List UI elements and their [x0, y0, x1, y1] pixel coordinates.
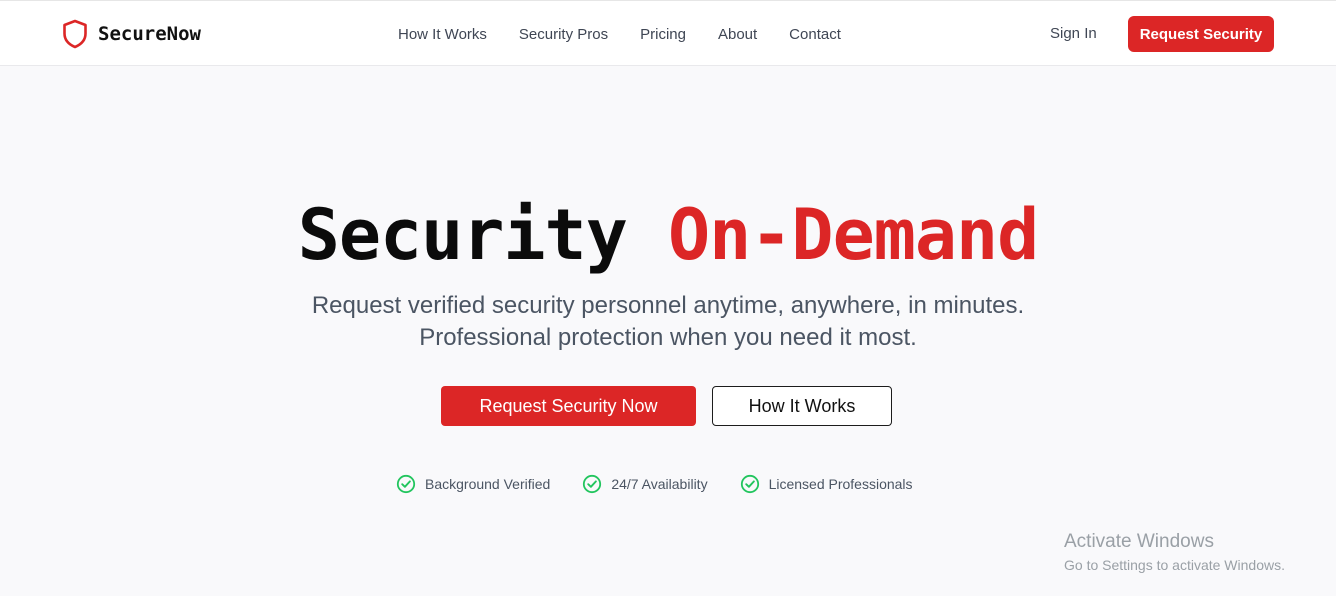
- feature-item: 24/7 Availability: [582, 474, 708, 494]
- nav-link-pricing[interactable]: Pricing: [640, 26, 686, 43]
- check-circle-icon: [740, 474, 759, 494]
- nav-link-how-it-works[interactable]: How It Works: [398, 26, 487, 43]
- check-circle-icon: [583, 474, 602, 494]
- brand-logo[interactable]: SecureNow: [62, 19, 201, 49]
- hero-subtitle: Request verified security personnel anyt…: [0, 290, 1336, 354]
- request-security-now-button[interactable]: Request Security Now: [441, 386, 696, 426]
- nav-link-contact[interactable]: Contact: [789, 26, 841, 43]
- feature-item: Background Verified: [396, 474, 550, 494]
- nav-link-security-pros[interactable]: Security Pros: [519, 26, 608, 43]
- top-navbar: SecureNow How It Works Security Pros Pri…: [0, 0, 1336, 66]
- windows-activation-watermark: Activate Windows Go to Settings to activ…: [1064, 531, 1285, 575]
- brand-name: SecureNow: [98, 23, 201, 45]
- nav-link-about[interactable]: About: [718, 26, 757, 43]
- hero-title: Security On-Demand: [0, 190, 1336, 280]
- feature-item: Licensed Professionals: [740, 474, 913, 494]
- how-it-works-button[interactable]: How It Works: [712, 386, 892, 426]
- feature-list: Background Verified 24/7 Availability Li…: [396, 473, 913, 495]
- shield-icon: [63, 19, 87, 49]
- watermark-title: Activate Windows: [1064, 531, 1214, 552]
- request-security-button[interactable]: Request Security: [1128, 16, 1274, 52]
- feature-label: Licensed Professionals: [768, 476, 913, 492]
- hero-subtitle-line-2: Professional protection when you need it…: [419, 324, 917, 351]
- check-circle-icon: [396, 474, 416, 494]
- hero-title-accent: On-Demand: [668, 194, 1039, 276]
- watermark-subtitle: Go to Settings to activate Windows.: [1064, 557, 1285, 573]
- hero-subtitle-line-1: Request verified security personnel anyt…: [311, 292, 1025, 319]
- main-nav: How It Works Security Pros Pricing About…: [398, 1, 841, 67]
- hero-title-main: Security: [297, 194, 628, 276]
- feature-label: 24/7 Availability: [611, 476, 708, 492]
- sign-in-link[interactable]: Sign In: [1050, 25, 1097, 42]
- feature-label: Background Verified: [425, 476, 551, 492]
